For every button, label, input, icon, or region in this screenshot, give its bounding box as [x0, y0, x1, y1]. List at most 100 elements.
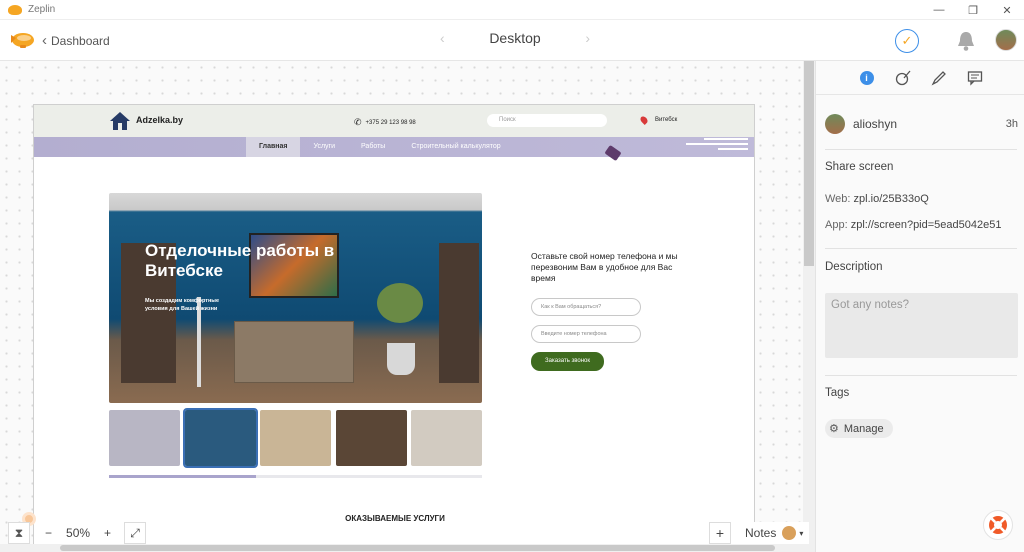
- divider: [825, 375, 1017, 376]
- site-phone: ✆ +375 29 123 98 98: [354, 117, 416, 128]
- horizontal-scroll-thumb[interactable]: [60, 545, 775, 551]
- gallery-thumb: [260, 410, 331, 466]
- zoom-out-button[interactable]: −: [38, 526, 59, 540]
- gallery-thumb: [182, 408, 258, 468]
- site-city: Витебск: [639, 115, 678, 125]
- location-pin-icon: [639, 115, 649, 125]
- help-lifebuoy-icon[interactable]: [983, 510, 1013, 540]
- hero-image: Отделочные работы в Витебске Мы создадим…: [109, 193, 482, 403]
- restore-button[interactable]: ❐: [956, 0, 990, 20]
- vertical-scrollbar[interactable]: [803, 61, 815, 552]
- chevron-down-icon: ▾: [799, 528, 804, 538]
- screen-name: Desktop: [489, 30, 541, 46]
- tab-comments[interactable]: [957, 61, 993, 95]
- site-nav-calculator: Строительный калькулятор: [411, 143, 501, 150]
- hourglass-icon[interactable]: ⧗: [8, 522, 30, 544]
- tab-assets[interactable]: [921, 61, 957, 95]
- palette-icon: [895, 70, 910, 85]
- share-heading: Share screen: [825, 161, 894, 173]
- artboard-desktop[interactable]: Adzelka.by ✆ +375 29 123 98 98 Поиск Вит…: [33, 104, 755, 552]
- gallery-thumb: [335, 410, 407, 466]
- right-sidebar: i alioshyn 3h Share screen Web: zpl.io/2…: [815, 61, 1024, 552]
- app-link[interactable]: zpl://screen?pid=5ead5042e51: [851, 219, 1002, 231]
- user-avatar[interactable]: [995, 29, 1017, 51]
- window-controls: — ❐ ✕: [922, 0, 1024, 20]
- web-link-row[interactable]: Web: zpl.io/25B33oQ: [825, 193, 1020, 205]
- notes-toggle-button[interactable]: Notes ▾: [739, 522, 810, 544]
- gallery-slider-fill: [109, 475, 256, 478]
- site-name-input: Как к Вам обращаться?: [531, 298, 641, 316]
- zoom-in-button[interactable]: +: [97, 526, 118, 540]
- bookshelf-right: [439, 243, 479, 383]
- info-icon: i: [859, 70, 874, 85]
- window-title: Zeplin: [28, 4, 56, 15]
- notifications-bell-icon[interactable]: [956, 30, 976, 52]
- site-callback-button: Заказать звонок: [531, 352, 604, 371]
- sidebar-tabs: i: [816, 61, 1024, 95]
- screen-author: alioshyn 3h: [825, 113, 1018, 135]
- dresser: [234, 321, 354, 383]
- author-name: alioshyn: [853, 117, 898, 131]
- comment-icon: [967, 70, 982, 86]
- site-city-name: Витебск: [655, 117, 678, 123]
- tab-styleguide[interactable]: [885, 61, 921, 95]
- prev-screen-button[interactable]: ‹: [440, 30, 445, 46]
- gallery-thumb: [109, 410, 180, 466]
- description-textarea[interactable]: Got any notes?: [825, 293, 1018, 358]
- bonsai-tree: [377, 283, 423, 323]
- site-phone-number: +375 29 123 98 98: [365, 119, 416, 126]
- app-toolbar: ‹ Dashboard ‹ Desktop › ✓: [0, 20, 1024, 61]
- divider: [825, 248, 1017, 249]
- manage-tags-button[interactable]: ⚙ Manage: [825, 419, 893, 438]
- back-label: Dashboard: [51, 33, 110, 48]
- tab-info[interactable]: i: [849, 61, 885, 95]
- zoom-level: 50%: [66, 526, 91, 540]
- hero-subtitle: Мы создадим комфортные условия для Вашей…: [145, 298, 220, 312]
- site-nav-works: Работы: [361, 143, 386, 150]
- back-to-dashboard-button[interactable]: ‹ Dashboard: [42, 32, 110, 49]
- notes-label: Notes: [745, 526, 777, 540]
- chevron-left-icon: ‹: [42, 32, 47, 49]
- site-brand: Adzelka.by: [136, 115, 184, 125]
- plant-pot: [387, 343, 415, 375]
- author-avatar: [825, 114, 845, 134]
- zeplin-logo-icon[interactable]: [8, 29, 36, 51]
- close-button[interactable]: ✕: [990, 0, 1024, 20]
- zeplin-small-icon: [8, 4, 22, 15]
- hero-title: Отделочные работы в Витебске: [145, 241, 335, 280]
- add-note-button[interactable]: +: [709, 522, 731, 544]
- site-phone-input: Введите номер телефона: [531, 325, 641, 343]
- site-search-input: Поиск: [487, 114, 607, 127]
- callback-text: Оставьте свой номер телефона и мы перезв…: [531, 251, 678, 283]
- horizontal-scrollbar[interactable]: [0, 544, 803, 552]
- gear-icon: ⚙: [829, 423, 839, 435]
- tags-heading: Tags: [825, 387, 850, 399]
- site-nav: Главная Услуги Работы Строительный кальк…: [34, 137, 754, 157]
- app-link-row[interactable]: App: zpl://screen?pid=5ead5042e51: [825, 219, 1020, 231]
- approve-check-button[interactable]: ✓: [895, 29, 919, 53]
- app-label: App:: [825, 219, 848, 231]
- manage-label: Manage: [843, 422, 884, 435]
- screen-navigator: ‹ Desktop ›: [440, 30, 590, 46]
- gallery-thumbnails: [109, 408, 482, 468]
- site-nav-services: Услуги: [313, 143, 335, 150]
- author-time: 3h: [1005, 118, 1018, 130]
- vertical-scroll-thumb[interactable]: [804, 61, 814, 266]
- decorative-lines: [686, 138, 748, 153]
- divider: [825, 149, 1017, 150]
- web-link[interactable]: zpl.io/25B33oQ: [854, 193, 929, 205]
- gallery-thumb: [411, 410, 482, 466]
- next-screen-button[interactable]: ›: [585, 30, 590, 46]
- minimize-button[interactable]: —: [922, 0, 956, 20]
- site-nav-home: Главная: [246, 137, 301, 157]
- pen-icon: [931, 70, 946, 85]
- lifebuoy-icon: [989, 516, 1007, 534]
- fit-screen-icon[interactable]: ⤢: [124, 522, 147, 544]
- phone-icon: ✆: [354, 117, 362, 127]
- monkey-face-icon: [782, 526, 797, 540]
- check-icon: ✓: [901, 33, 913, 48]
- window-titlebar: Zeplin — ❐ ✕: [0, 0, 1024, 20]
- bottom-left-controls: ⧗ − 50% + ⤢: [8, 522, 147, 544]
- house-logo-icon: [110, 112, 130, 130]
- web-label: Web:: [825, 193, 851, 205]
